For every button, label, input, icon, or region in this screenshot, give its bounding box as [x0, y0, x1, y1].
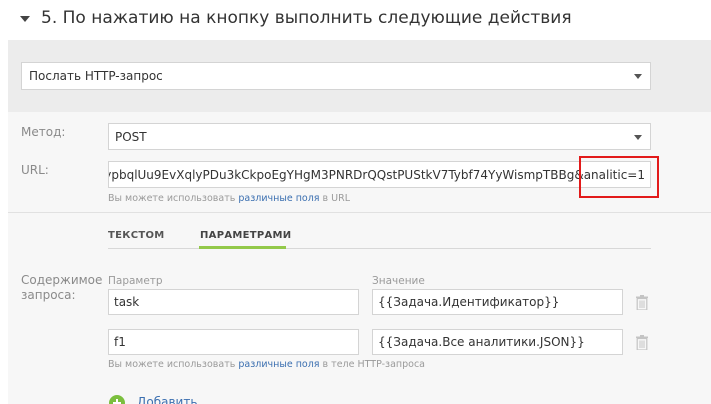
action-select[interactable]: Послать HTTP-запрос — [21, 62, 651, 90]
body-fields-link[interactable]: различные поля — [238, 359, 319, 370]
value-input[interactable]: {{Задача.Идентификатор}} — [372, 289, 623, 315]
param-input[interactable]: task — [108, 289, 359, 315]
tab-text[interactable]: ТЕКСТОМ — [108, 230, 165, 241]
value-input-value: {{Задача.Идентификатор}} — [378, 295, 560, 309]
chevron-down-icon — [634, 74, 642, 79]
trash-icon[interactable] — [636, 335, 648, 350]
url-input[interactable]: sypbqlUu9EvXqlyPDu3kCkpoEgYHgM3PNRDrQQst… — [108, 161, 651, 188]
section-title: 5. По нажатию на кнопку выполнить следую… — [41, 8, 572, 28]
section-divider — [8, 212, 711, 213]
section-header: 5. По нажатию на кнопку выполнить следую… — [0, 0, 711, 40]
chevron-down-icon — [634, 134, 642, 140]
tab-params-active-indicator — [199, 246, 286, 249]
value-input[interactable]: {{Задача.Все аналитики.JSON}} — [372, 329, 623, 355]
url-hint-suffix: в URL — [322, 193, 351, 204]
url-hint: Вы можете использовать различные поля в … — [108, 193, 350, 204]
method-select-value: POST — [115, 129, 147, 144]
body-label-line1: Содержимое — [21, 273, 103, 287]
url-fields-link[interactable]: различные поля — [238, 193, 319, 204]
body-hint-suffix: в теле HTTP-запроса — [322, 359, 425, 370]
method-select[interactable]: POST — [108, 123, 651, 150]
param-input-value: task — [114, 295, 140, 309]
value-column-header: Значение — [372, 275, 425, 287]
body-hint-prefix: Вы можете использовать — [108, 359, 236, 370]
tab-params[interactable]: ПАРАМЕТРАМИ — [200, 230, 291, 241]
url-input-value: sypbqlUu9EvXqlyPDu3kCkpoEgYHgM3PNRDrQQst… — [108, 167, 645, 182]
url-highlight-box — [579, 156, 659, 198]
url-hint-prefix: Вы можете использовать — [108, 193, 236, 204]
method-label: Метод: — [21, 125, 66, 139]
collapse-triangle-icon[interactable] — [20, 16, 30, 22]
action-select-value: Послать HTTP-запрос — [29, 69, 163, 83]
add-parameter-link[interactable]: Добавить — [137, 395, 197, 404]
body-label-line2: запроса: — [21, 288, 76, 302]
add-plus-icon[interactable] — [109, 395, 125, 404]
param-input-value: f1 — [114, 335, 126, 349]
param-input[interactable]: f1 — [108, 329, 359, 355]
value-input-value: {{Задача.Все аналитики.JSON}} — [378, 335, 585, 349]
param-column-header: Параметр — [108, 275, 163, 287]
trash-icon[interactable] — [636, 295, 648, 310]
url-label: URL: — [21, 163, 49, 177]
tabs-underline — [108, 248, 651, 249]
body-hint: Вы можете использовать различные поля в … — [108, 359, 425, 370]
